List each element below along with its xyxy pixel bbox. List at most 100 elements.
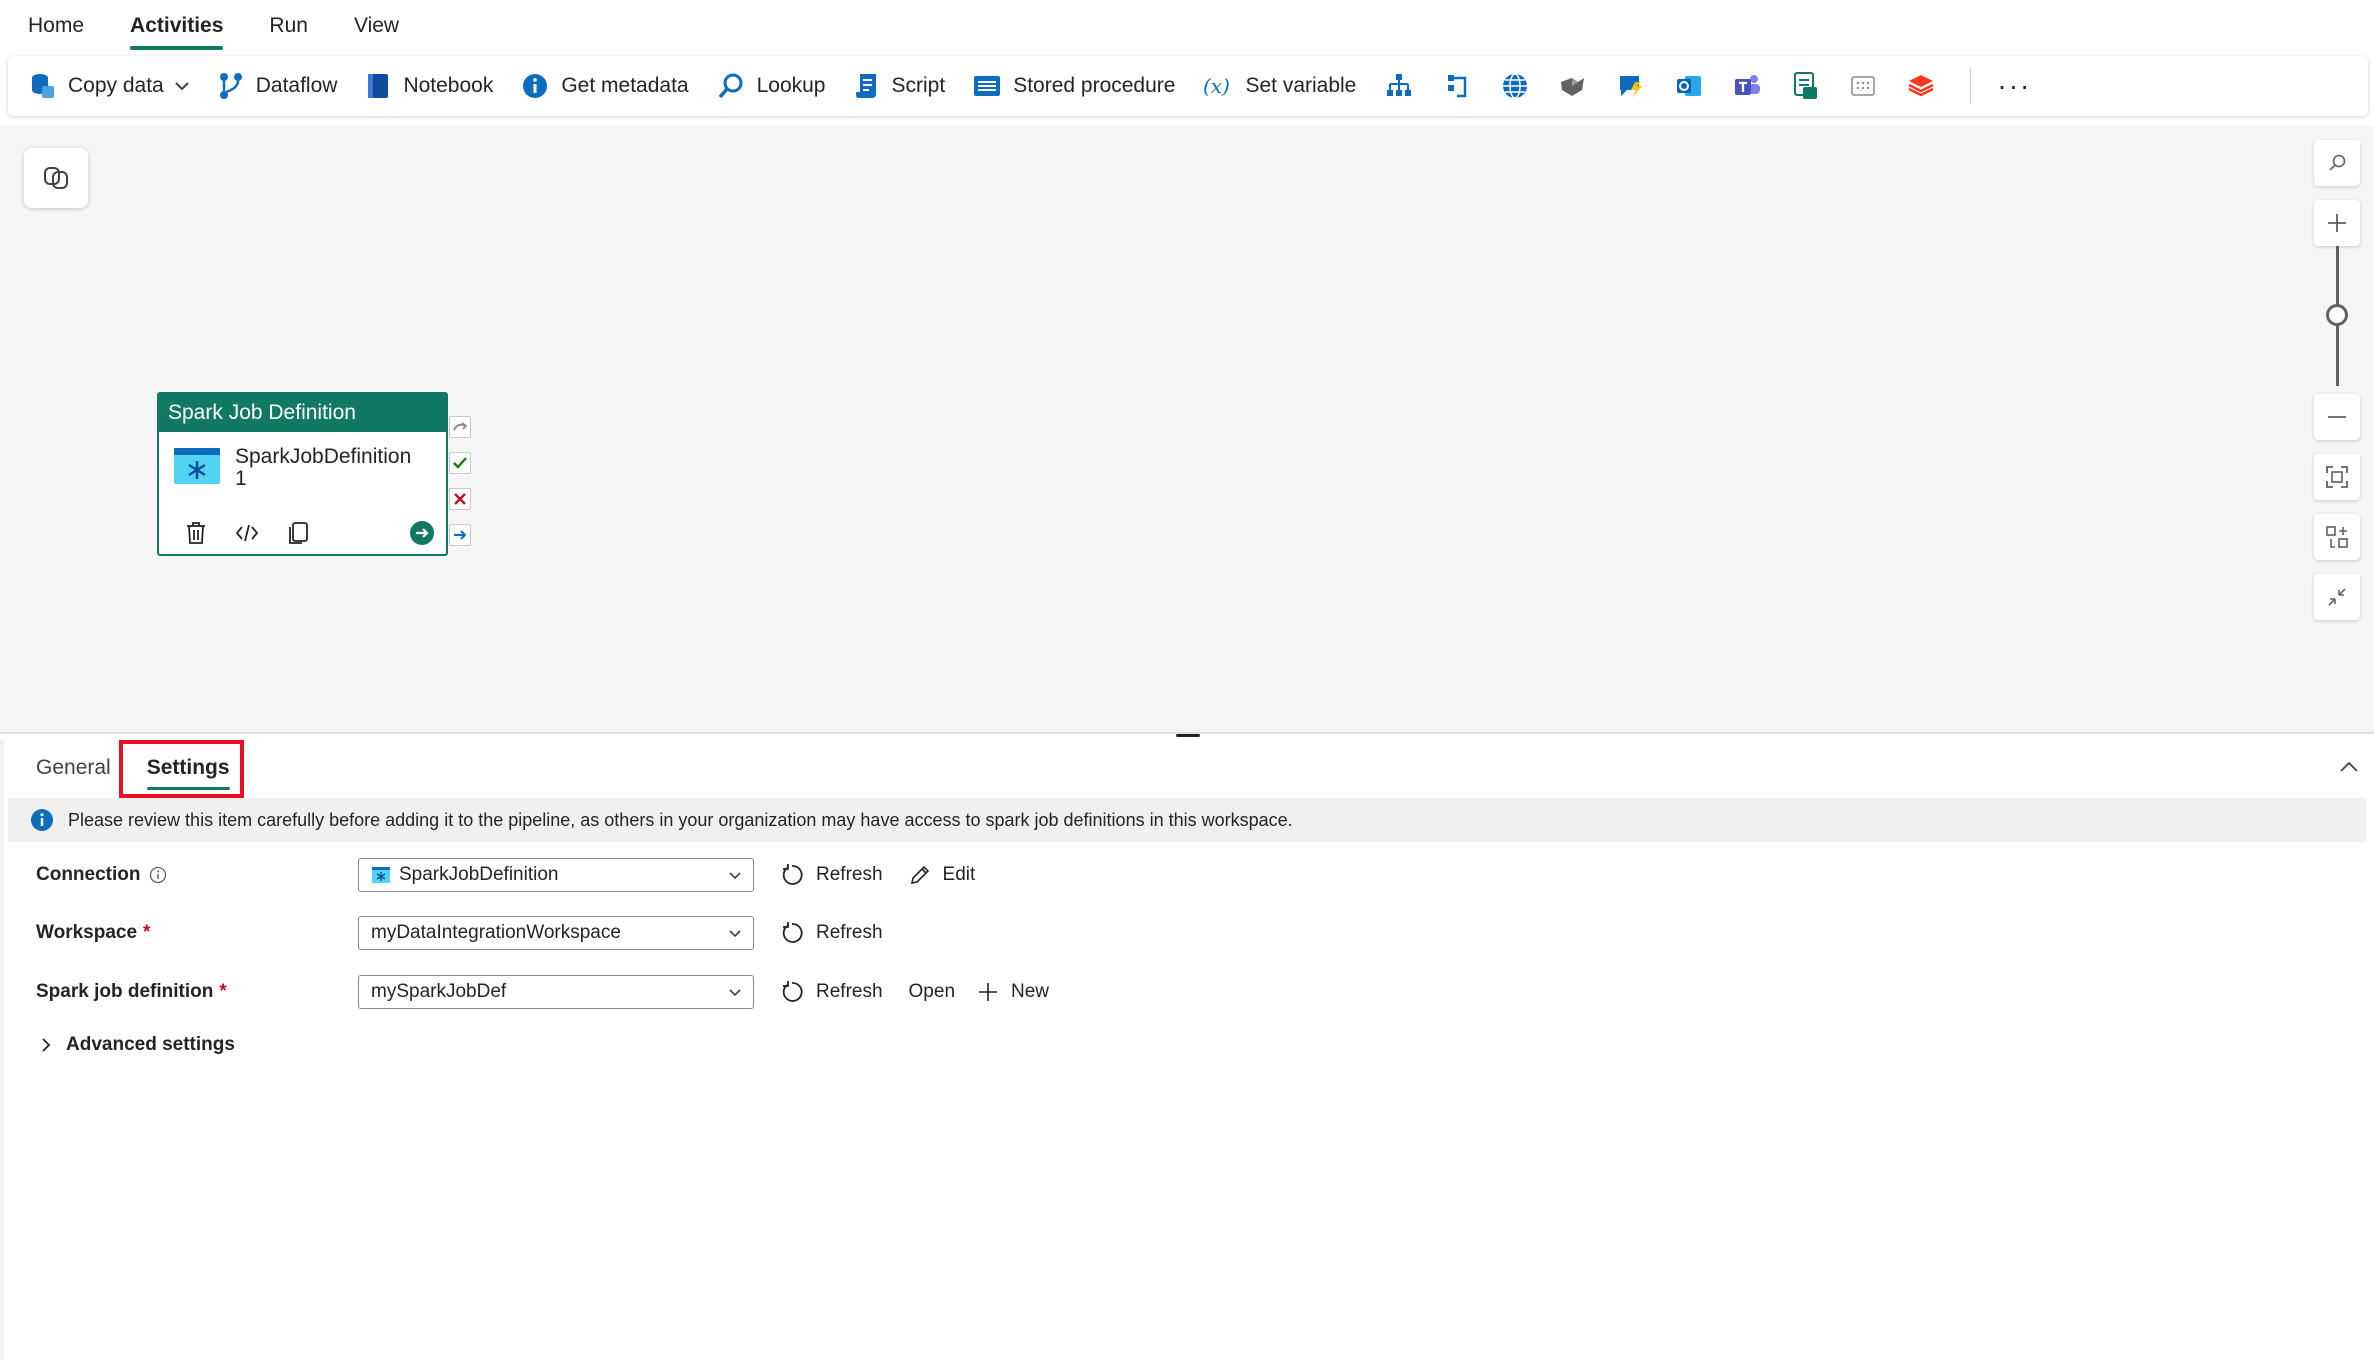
get-metadata-label: Get metadata <box>561 74 689 97</box>
pencil-icon <box>910 865 929 885</box>
zoom-slider[interactable] <box>2314 246 2360 386</box>
notebook-button[interactable]: Notebook <box>365 56 493 116</box>
teams-icon <box>1735 75 1761 95</box>
chevron-down-icon[interactable] <box>174 81 190 91</box>
workspace-refresh-button[interactable]: Refresh <box>780 921 883 945</box>
required-asterisk: * <box>219 981 227 1002</box>
zoom-controls <box>2314 140 2360 634</box>
spark-job-new-label: New <box>1011 981 1050 1002</box>
get-metadata-button[interactable]: Get metadata <box>521 56 689 116</box>
connection-label-text: Connection <box>36 864 141 885</box>
switch-button[interactable] <box>1384 71 1414 101</box>
stored-procedure-label: Stored procedure <box>1013 74 1176 97</box>
collapse-view-button[interactable] <box>2314 574 2360 620</box>
lookup-button[interactable]: Lookup <box>717 56 826 116</box>
chevron-down-icon <box>729 989 741 997</box>
filter-icon <box>1448 75 1467 98</box>
copilot-icon <box>44 167 68 189</box>
tab-view[interactable]: View <box>354 0 399 52</box>
copy-activity-button[interactable] <box>283 518 313 548</box>
tab-run[interactable]: Run <box>269 0 308 52</box>
tab-general[interactable]: General <box>36 756 111 780</box>
tab-activities[interactable]: Activities <box>130 0 224 52</box>
tab-home[interactable]: Home <box>28 0 84 52</box>
on-failure-handle[interactable] <box>449 488 471 510</box>
filter-button[interactable] <box>1442 71 1472 101</box>
plus-icon <box>2328 214 2346 232</box>
auto-align-button[interactable] <box>2314 514 2360 560</box>
pipeline-editor: Home Activities Run View Copy data Dataf… <box>0 0 2374 1360</box>
go-to-activity-button[interactable] <box>407 518 437 548</box>
spark-job-definition-icon <box>174 448 220 484</box>
outlook-button[interactable] <box>1674 71 1704 101</box>
activity-type-label: Spark Job Definition <box>159 394 446 432</box>
spark-job-definition-value: mySparkJobDef <box>371 981 507 1002</box>
info-icon <box>31 809 53 831</box>
databricks-button[interactable] <box>1906 71 1936 101</box>
info-message-text: Please review this item carefully before… <box>68 809 1293 830</box>
dataflow-button[interactable]: Dataflow <box>218 56 338 116</box>
advanced-settings-label: Advanced settings <box>66 1034 235 1055</box>
copilot-button[interactable] <box>24 148 88 208</box>
zoom-slider-thumb[interactable] <box>2326 304 2348 326</box>
on-completion-handle[interactable] <box>449 524 471 546</box>
lookup-icon <box>718 73 743 99</box>
spark-job-definition-label: Spark job definition * <box>36 981 358 1003</box>
kql-button[interactable] <box>1790 71 1820 101</box>
teams-button[interactable] <box>1732 71 1762 101</box>
copy-data-button[interactable]: Copy data <box>30 56 190 116</box>
close-icon <box>454 493 466 505</box>
zoom-out-button[interactable] <box>2314 394 2360 440</box>
fit-screen-icon <box>2326 466 2348 488</box>
set-variable-label: Set variable <box>1245 74 1357 97</box>
zoom-in-button[interactable] <box>2314 200 2360 246</box>
spark-job-definition-dropdown[interactable]: mySparkJobDef <box>358 975 754 1009</box>
advanced-settings-toggle[interactable]: Advanced settings <box>40 1034 235 1056</box>
info-outline-icon[interactable] <box>149 866 167 884</box>
azure-function-button[interactable] <box>1616 71 1646 101</box>
connection-refresh-label: Refresh <box>816 864 883 885</box>
delete-button[interactable] <box>181 518 211 548</box>
check-icon <box>453 457 467 469</box>
web-icon <box>1503 73 1528 99</box>
spark-job-new-button[interactable]: New <box>977 981 1049 1003</box>
pipeline-canvas[interactable]: Spark Job Definition SparkJobDefinition … <box>0 126 2374 734</box>
arrow-right-icon <box>454 530 467 540</box>
workspace-label-text: Workspace <box>36 922 138 943</box>
set-variable-button[interactable]: (x) Set variable <box>1203 56 1356 116</box>
dataflow-label: Dataflow <box>255 74 338 97</box>
workspace-dropdown[interactable]: myDataIntegrationWorkspace <box>358 916 754 950</box>
required-asterisk: * <box>143 922 151 943</box>
svg-text:(x): (x) <box>1203 74 1230 98</box>
copy-data-icon <box>32 74 54 98</box>
spark-job-refresh-button[interactable]: Refresh <box>780 980 883 1004</box>
collapse-panel-button[interactable] <box>2336 754 2362 780</box>
databricks-icon <box>1908 75 1934 97</box>
refresh-icon <box>782 981 803 1002</box>
fit-to-screen-button[interactable] <box>2314 454 2360 500</box>
spark-job-definition-activity[interactable]: Spark Job Definition SparkJobDefinition … <box>157 392 448 556</box>
stored-procedure-button[interactable]: Stored procedure <box>973 56 1175 116</box>
webhook-button[interactable] <box>1558 71 1588 101</box>
more-options-button[interactable]: ··· <box>1997 72 2031 100</box>
connection-row: Connection SparkJobDefinition Refresh Ed… <box>36 858 975 892</box>
semantic-model-button[interactable] <box>1848 71 1878 101</box>
on-skip-handle[interactable] <box>449 416 471 438</box>
connection-dropdown[interactable]: SparkJobDefinition <box>358 858 754 892</box>
script-icon <box>855 74 876 98</box>
view-code-button[interactable] <box>232 518 262 548</box>
script-button[interactable]: Script <box>854 56 945 116</box>
on-success-handle[interactable] <box>449 452 471 474</box>
copy-data-label: Copy data <box>68 74 164 97</box>
spark-job-open-button[interactable]: Open <box>909 981 955 1003</box>
canvas-search-button[interactable] <box>2314 140 2360 186</box>
stored-procedure-icon <box>974 76 1001 96</box>
connection-refresh-button[interactable]: Refresh <box>780 863 883 887</box>
connection-edit-button[interactable]: Edit <box>909 864 975 886</box>
web-button[interactable] <box>1500 71 1530 101</box>
azure-function-icon <box>1620 76 1643 98</box>
webhook-icon <box>1561 78 1585 96</box>
panel-resize-handle[interactable] <box>1176 734 1200 737</box>
spark-job-definition-row: Spark job definition * mySparkJobDef Ref… <box>36 975 1049 1009</box>
notebook-label: Notebook <box>403 74 494 97</box>
